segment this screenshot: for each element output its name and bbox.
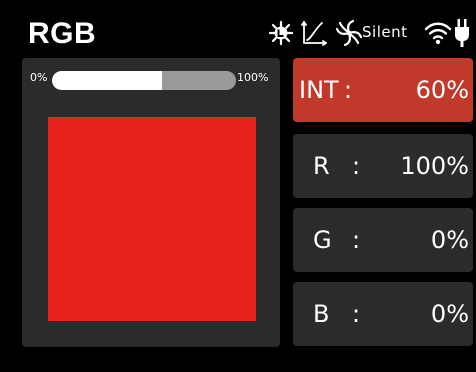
channel-key: INT xyxy=(299,76,339,104)
wifi-icon xyxy=(424,15,454,51)
intensity-slider[interactable] xyxy=(52,71,236,90)
channel-value: 0% xyxy=(430,300,469,328)
light-mode-icon xyxy=(268,15,298,51)
channel-value: 100% xyxy=(400,152,469,180)
intensity-slider-fill xyxy=(52,71,163,90)
channel-key: R xyxy=(313,152,330,180)
channel-value: 60% xyxy=(415,76,469,104)
color-preview-swatch xyxy=(48,117,256,321)
silent-mode-label: Silent xyxy=(362,23,408,41)
page-title: RGB xyxy=(28,17,97,50)
channel-card-g[interactable]: G : 0% xyxy=(293,208,473,272)
channel-card-b[interactable]: B : 0% xyxy=(293,282,473,346)
channel-separator: : xyxy=(344,76,353,104)
channel-card-int[interactable]: INT : 60% xyxy=(293,58,473,122)
plug-icon xyxy=(454,15,474,51)
channel-card-r[interactable]: R : 100% xyxy=(293,134,473,198)
slider-max-label: 100% xyxy=(237,71,269,84)
curve-icon xyxy=(300,15,330,51)
channel-separator: : xyxy=(352,226,361,254)
slider-min-label: 0% xyxy=(30,71,48,84)
channel-separator: : xyxy=(352,300,361,328)
channel-key: B xyxy=(313,300,330,328)
channel-key: G xyxy=(313,226,332,254)
channel-separator: : xyxy=(352,152,361,180)
channel-value: 0% xyxy=(430,226,469,254)
